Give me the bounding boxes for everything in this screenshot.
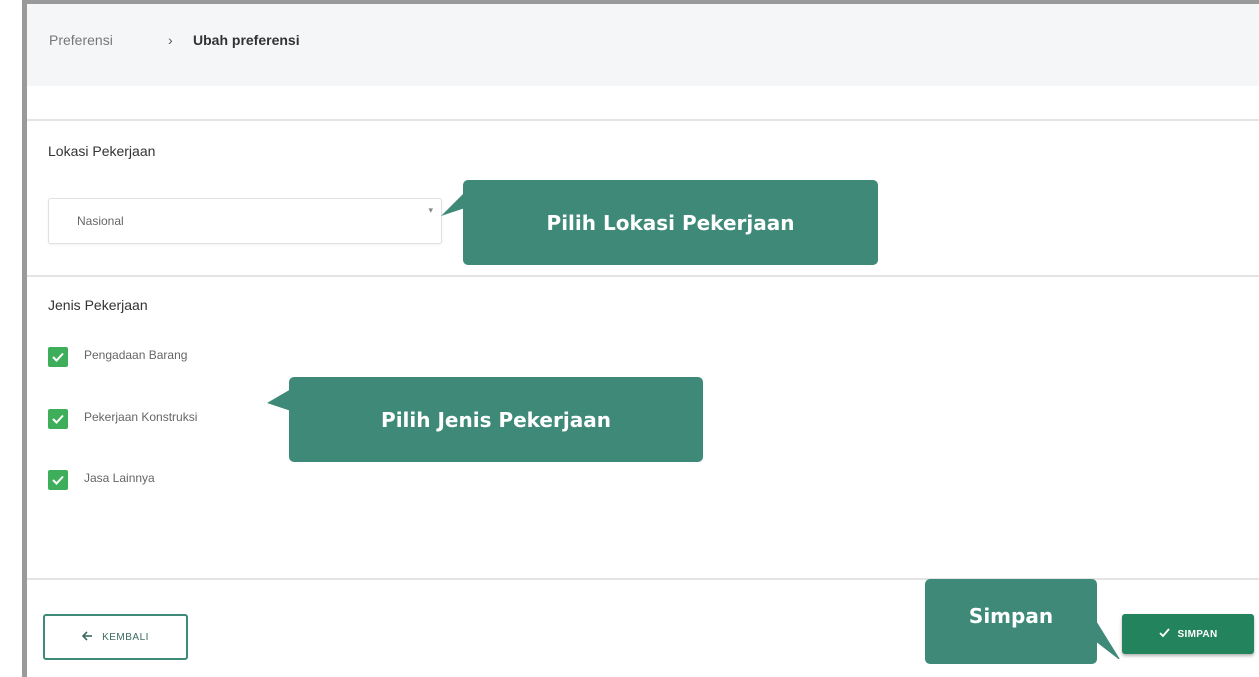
chevron-down-icon: ▾ (428, 205, 433, 215)
breadcrumb-parent-link[interactable]: Preferensi (49, 32, 113, 48)
checkbox-checked[interactable] (48, 347, 68, 367)
location-label: Lokasi Pekerjaan (48, 143, 156, 159)
check-icon (52, 414, 64, 424)
location-select-value: Nasional (77, 214, 124, 228)
job-types-callout: Pilih Jenis Pekerjaan (267, 377, 703, 462)
job-type-label: Jasa Lainnya (84, 471, 155, 485)
callout-pointer-icon (1095, 619, 1120, 659)
window-border-left (22, 0, 27, 677)
location-callout-text: Pilih Lokasi Pekerjaan (546, 210, 795, 235)
breadcrumb-separator-icon: › (168, 32, 173, 48)
section-divider (27, 119, 1259, 121)
save-callout-text: Simpan (968, 603, 1054, 628)
back-button-label: KEMBALI (102, 631, 149, 643)
job-type-label: Pekerjaan Konstruksi (84, 410, 198, 424)
window-frame-left (0, 0, 24, 677)
back-button[interactable]: KEMBALI (43, 614, 188, 660)
save-button[interactable]: SIMPAN (1122, 614, 1254, 654)
section-divider (27, 275, 1259, 277)
callout-pointer-icon (441, 192, 465, 216)
save-callout: Simpan (925, 579, 1120, 664)
checkbox-checked[interactable] (48, 409, 68, 429)
job-type-label: Pengadaan Barang (84, 348, 188, 362)
check-icon (52, 475, 64, 485)
check-icon (52, 352, 64, 362)
check-icon (1158, 627, 1170, 641)
job-types-callout-text: Pilih Jenis Pekerjaan (381, 407, 611, 432)
job-types-label: Jenis Pekerjaan (48, 297, 148, 313)
breadcrumb-current: Ubah preferensi (193, 32, 300, 48)
location-callout: Pilih Lokasi Pekerjaan (441, 180, 878, 265)
arrow-left-icon (81, 630, 93, 644)
save-button-label: SIMPAN (1177, 628, 1218, 640)
location-select[interactable]: Nasional ▾ (48, 198, 442, 244)
breadcrumb: Preferensi › Ubah preferensi (27, 4, 1259, 86)
checkbox-checked[interactable] (48, 470, 68, 490)
callout-pointer-icon (267, 389, 291, 411)
